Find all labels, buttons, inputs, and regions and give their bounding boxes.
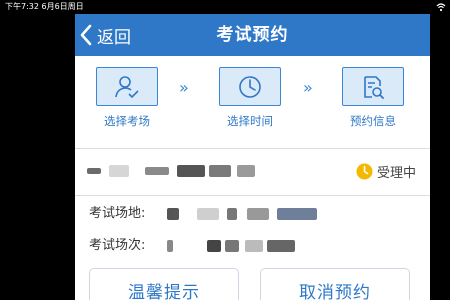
step-icon-box [96,67,158,106]
step-arrow-icon: » [303,78,313,97]
step-arrow-icon: » [179,78,189,97]
status-label: 受理中 [376,166,416,181]
step-icon-box [342,67,404,106]
venue-row: 考试场地: [89,204,419,224]
navbar: 考试预约 返回 [75,14,430,56]
session-value-redacted [167,240,407,252]
back-button[interactable]: 返回 [79,21,131,49]
step-progress: 选择考场 » 选择时间 » 预约信息 [75,56,430,148]
divider [75,195,430,196]
tips-button[interactable]: 温馨提示 [89,268,239,300]
step-label: 选择时间 [227,114,273,128]
back-label: 返回 [97,27,131,48]
status-time: 下午7:32 6月6日周日 [5,2,84,11]
session-label: 考试场次: [89,238,146,253]
booking-status-row: 受理中 [75,149,430,195]
step-booking-info[interactable]: 预约信息 [335,67,411,129]
venue-label: 考试场地: [89,206,146,221]
app-window: 考试预约 返回 选择考场 » 选择时间 » 预约信息 受理中 考试场地: 考试场… [75,14,430,300]
wifi-icon [436,3,446,12]
step-label: 预约信息 [350,114,396,128]
status-badge: 受理中 [356,162,416,181]
applicant-redacted [87,165,262,177]
session-row: 考试场次: [89,236,419,256]
clock-icon [239,75,261,98]
clock-badge-icon [356,163,373,180]
back-chevron-icon [80,24,92,46]
step-label: 选择考场 [104,114,150,128]
cancel-booking-button[interactable]: 取消预约 [260,268,410,300]
person-check-icon [115,75,139,98]
step-select-time[interactable]: 选择时间 [212,67,288,129]
venue-value-redacted [167,208,407,220]
status-bar: 下午7:32 6月6日周日 [0,0,450,14]
step-icon-box [219,67,281,106]
step-select-venue[interactable]: 选择考场 [89,67,165,129]
document-search-icon [364,75,384,99]
